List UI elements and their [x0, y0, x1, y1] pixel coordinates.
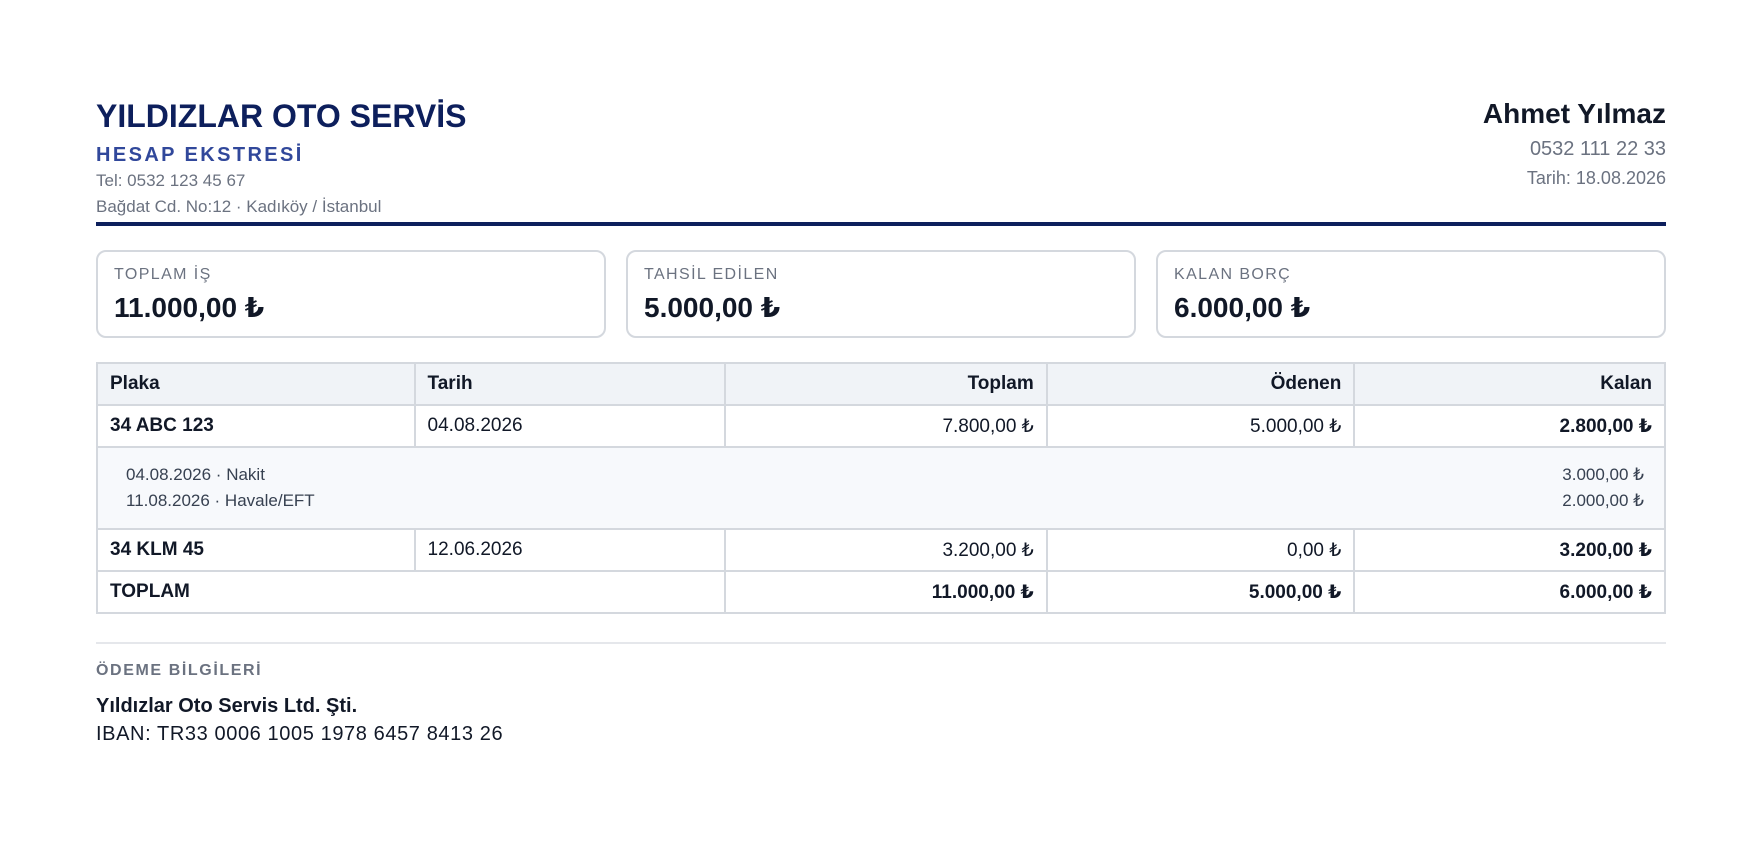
- card-label: TOPLAM İŞ: [114, 266, 212, 283]
- card-value: 11.000,00 ₺: [114, 292, 265, 323]
- payment-entry: 04.08.2026 · Nakit: [126, 465, 265, 484]
- totals-total: 11.000,00 ₺: [724, 570, 1048, 614]
- cell-date: 12.06.2026: [413, 528, 727, 572]
- statement-header: YILDIZLAR OTO SERVİS HESAP EKSTRESİ Tel:…: [96, 96, 1666, 226]
- payment-list: 04.08.2026 · Nakit 11.08.2026 · Havale/E…: [126, 462, 315, 514]
- section-divider: [96, 642, 1666, 644]
- company-phone: Tel: 0532 123 45 67: [96, 171, 246, 190]
- statement-page: YILDIZLAR OTO SERVİS HESAP EKSTRESİ Tel:…: [95, 0, 1666, 748]
- payment-amount: 2.000,00 ₺: [1562, 491, 1644, 510]
- payment-details-row: 04.08.2026 · Nakit 11.08.2026 · Havale/E…: [96, 446, 1666, 530]
- summary-cards: TOPLAM İŞ 11.000,00 ₺ TAHSİL EDİLEN 5.00…: [96, 250, 1666, 338]
- totals-remaining: 6.000,00 ₺: [1353, 570, 1666, 614]
- cell-total: 7.800,00 ₺: [724, 404, 1048, 448]
- card-value: 5.000,00 ₺: [644, 292, 781, 323]
- card-label: TAHSİL EDİLEN: [644, 266, 779, 283]
- summary-card-remaining-debt: KALAN BORÇ 6.000,00 ₺: [1156, 250, 1666, 338]
- table-header-row: Plaka Tarih Toplam Ödenen Kalan: [96, 362, 1666, 406]
- payment-info-company: Yıldızlar Oto Servis Ltd. Şti.: [96, 695, 358, 717]
- ledger-table: Plaka Tarih Toplam Ödenen Kalan 34 ABC 1…: [95, 362, 1666, 614]
- payment-amounts: 3.000,00 ₺ 2.000,00 ₺: [1562, 462, 1644, 514]
- column-header-remaining: Kalan: [1353, 362, 1666, 406]
- column-header-paid: Ödenen: [1045, 362, 1356, 406]
- company-address: Bağdat Cd. No:12 · Kadıköy / İstanbul: [96, 197, 382, 216]
- cell-plate: 34 KLM 45: [96, 528, 416, 572]
- client-phone: 0532 111 22 33: [1529, 138, 1666, 160]
- totals-row: TOPLAM 11.000,00 ₺ 5.000,00 ₺ 6.000,00 ₺: [95, 570, 1666, 614]
- column-header-date: Tarih: [413, 362, 727, 406]
- summary-card-total-work: TOPLAM İŞ 11.000,00 ₺: [96, 250, 606, 338]
- column-header-total: Toplam: [724, 362, 1048, 406]
- totals-label: TOPLAM: [95, 570, 727, 614]
- summary-card-collected: TAHSİL EDİLEN 5.000,00 ₺: [626, 250, 1136, 338]
- payment-amount: 3.000,00 ₺: [1562, 465, 1644, 484]
- cell-date: 04.08.2026: [413, 404, 727, 448]
- card-label: KALAN BORÇ: [1174, 266, 1292, 283]
- payment-info-section: ÖDEME BİLGİLERİ Yıldızlar Oto Servis Ltd…: [96, 660, 1666, 748]
- client-block: Ahmet Yılmaz 0532 111 22 33 Tarih: 18.08…: [1483, 96, 1666, 192]
- document-type: HESAP EKSTRESİ: [96, 144, 304, 166]
- cell-remaining: 2.800,00 ₺: [1353, 404, 1666, 448]
- cell-paid: 0,00 ₺: [1045, 528, 1356, 572]
- company-name: YILDIZLAR OTO SERVİS: [96, 98, 467, 134]
- client-name: Ahmet Yılmaz: [1482, 98, 1666, 129]
- cell-plate: 34 ABC 123: [96, 404, 416, 448]
- table-row: 34 KLM 45 12.06.2026 3.200,00 ₺ 0,00 ₺ 3…: [96, 528, 1666, 572]
- payment-info-heading: ÖDEME BİLGİLERİ: [96, 662, 263, 679]
- column-header-plate: Plaka: [96, 362, 416, 406]
- statement-date: Tarih: 18.08.2026: [1526, 168, 1666, 188]
- card-value: 6.000,00 ₺: [1174, 292, 1311, 323]
- payment-info-iban: IBAN: TR33 0006 1005 1978 6457 8413 26: [96, 723, 504, 745]
- payment-details-cell: 04.08.2026 · Nakit 11.08.2026 · Havale/E…: [96, 446, 1666, 530]
- company-block: YILDIZLAR OTO SERVİS HESAP EKSTRESİ Tel:…: [96, 96, 466, 220]
- totals-paid: 5.000,00 ₺: [1045, 570, 1356, 614]
- table-row: 34 ABC 123 04.08.2026 7.800,00 ₺ 5.000,0…: [96, 404, 1666, 448]
- cell-total: 3.200,00 ₺: [724, 528, 1048, 572]
- cell-remaining: 3.200,00 ₺: [1353, 528, 1666, 572]
- cell-paid: 5.000,00 ₺: [1045, 404, 1356, 448]
- payment-entry: 11.08.2026 · Havale/EFT: [126, 491, 315, 510]
